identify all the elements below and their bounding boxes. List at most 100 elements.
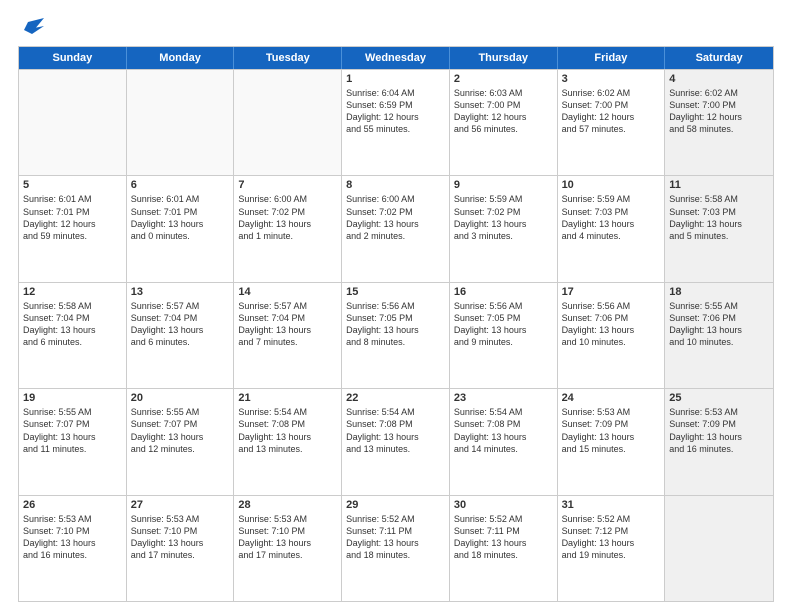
calendar-cell-7: 7 Sunrise: 6:00 AM Sunset: 7:02 PM Daylig… — [234, 176, 342, 281]
cell-info: Sunrise: 5:55 AM Sunset: 7:07 PM Dayligh… — [23, 406, 122, 455]
header — [18, 18, 774, 38]
day-number: 31 — [562, 499, 661, 511]
day-number: 16 — [454, 286, 553, 298]
day-number: 14 — [238, 286, 337, 298]
calendar-cell-20: 20Sunrise: 5:55 AM Sunset: 7:07 PM Dayli… — [127, 389, 235, 494]
calendar-cell-empty-2 — [234, 70, 342, 175]
calendar-cell-30: 30 Sunrise: 5:52 AM Sunset: 7:11 PM Dayli… — [450, 496, 558, 601]
day-number: 11 — [669, 179, 769, 191]
day-number: 3 — [562, 73, 661, 85]
cell-info: Sunrise: 5:55 AM Sunset: 7:06 PM Dayligh… — [669, 300, 769, 349]
day-number: 19 — [23, 392, 122, 404]
calendar-cell-31: 31Sunrise: 5:52 AM Sunset: 7:12 PM Dayli… — [558, 496, 666, 601]
calendar: SundayMondayTuesdayWednesdayThursdayFrid… — [18, 46, 774, 602]
calendar-cell-12: 12Sunrise: 5:58 AM Sunset: 7:04 PM Dayli… — [19, 283, 127, 388]
cell-info: Sunrise: 5:53 AM Sunset: 7:10 PM Dayligh… — [131, 513, 230, 562]
calendar-cell-18: 18 Sunrise: 5:55 AM Sunset: 7:06 PM Dayli… — [665, 283, 773, 388]
cell-info: Sunrise: 5:52 AM Sunset: 7:11 PM Dayligh… — [454, 513, 553, 562]
calendar-cell-empty-0 — [19, 70, 127, 175]
calendar-cell-15: 15Sunrise: 5:56 AM Sunset: 7:05 PM Dayli… — [342, 283, 450, 388]
cell-info: Sunrise: 6:02 AM Sunset: 7:00 PM Dayligh… — [669, 87, 769, 136]
calendar-cell-26: 26Sunrise: 5:53 AM Sunset: 7:10 PM Dayli… — [19, 496, 127, 601]
calendar-cell-24: 24 Sunrise: 5:53 AM Sunset: 7:09 PM Dayli… — [558, 389, 666, 494]
day-number: 28 — [238, 499, 337, 511]
cell-info: Sunrise: 5:56 AM Sunset: 7:06 PM Dayligh… — [562, 300, 661, 349]
calendar-cell-2: 2Sunrise: 6:03 AM Sunset: 7:00 PM Daylig… — [450, 70, 558, 175]
calendar-cell-9: 9 Sunrise: 5:59 AM Sunset: 7:02 PM Daylig… — [450, 176, 558, 281]
cell-info: Sunrise: 5:52 AM Sunset: 7:11 PM Dayligh… — [346, 513, 445, 562]
calendar-cell-16: 16 Sunrise: 5:56 AM Sunset: 7:05 PM Dayli… — [450, 283, 558, 388]
cell-info: Sunrise: 5:53 AM Sunset: 7:10 PM Dayligh… — [23, 513, 122, 562]
logo-text — [18, 18, 44, 38]
day-number: 1 — [346, 73, 445, 85]
day-number: 9 — [454, 179, 553, 191]
cell-info: Sunrise: 5:54 AM Sunset: 7:08 PM Dayligh… — [454, 406, 553, 455]
day-number: 30 — [454, 499, 553, 511]
day-number: 24 — [562, 392, 661, 404]
calendar-cell-1: 1 Sunrise: 6:04 AM Sunset: 6:59 PM Daylig… — [342, 70, 450, 175]
day-number: 21 — [238, 392, 337, 404]
calendar-cell-5: 5Sunrise: 6:01 AM Sunset: 7:01 PM Daylig… — [19, 176, 127, 281]
calendar-cell-17: 17 Sunrise: 5:56 AM Sunset: 7:06 PM Dayli… — [558, 283, 666, 388]
calendar-cell-8: 8Sunrise: 6:00 AM Sunset: 7:02 PM Daylig… — [342, 176, 450, 281]
calendar-cell-21: 21 Sunrise: 5:54 AM Sunset: 7:08 PM Dayli… — [234, 389, 342, 494]
calendar-page: SundayMondayTuesdayWednesdayThursdayFrid… — [0, 0, 792, 612]
calendar-cell-6: 6 Sunrise: 6:01 AM Sunset: 7:01 PM Daylig… — [127, 176, 235, 281]
day-number: 29 — [346, 499, 445, 511]
calendar-cell-empty-1 — [127, 70, 235, 175]
cell-info: Sunrise: 6:01 AM Sunset: 7:01 PM Dayligh… — [131, 193, 230, 242]
header-day-friday: Friday — [558, 47, 666, 69]
header-day-wednesday: Wednesday — [342, 47, 450, 69]
cell-info: Sunrise: 5:53 AM Sunset: 7:09 PM Dayligh… — [669, 406, 769, 455]
cell-info: Sunrise: 5:59 AM Sunset: 7:03 PM Dayligh… — [562, 193, 661, 242]
calendar-cell-4: 4Sunrise: 6:02 AM Sunset: 7:00 PM Daylig… — [665, 70, 773, 175]
day-number: 22 — [346, 392, 445, 404]
calendar-cell-28: 28 Sunrise: 5:53 AM Sunset: 7:10 PM Dayli… — [234, 496, 342, 601]
cell-info: Sunrise: 5:53 AM Sunset: 7:10 PM Dayligh… — [238, 513, 337, 562]
day-number: 6 — [131, 179, 230, 191]
header-day-thursday: Thursday — [450, 47, 558, 69]
calendar-row-4: 26Sunrise: 5:53 AM Sunset: 7:10 PM Dayli… — [19, 495, 773, 601]
cell-info: Sunrise: 6:00 AM Sunset: 7:02 PM Dayligh… — [238, 193, 337, 242]
cell-info: Sunrise: 6:02 AM Sunset: 7:00 PM Dayligh… — [562, 87, 661, 136]
calendar-cell-14: 14Sunrise: 5:57 AM Sunset: 7:04 PM Dayli… — [234, 283, 342, 388]
calendar-cell-13: 13 Sunrise: 5:57 AM Sunset: 7:04 PM Dayli… — [127, 283, 235, 388]
calendar-cell-3: 3 Sunrise: 6:02 AM Sunset: 7:00 PM Daylig… — [558, 70, 666, 175]
calendar-cell-23: 23Sunrise: 5:54 AM Sunset: 7:08 PM Dayli… — [450, 389, 558, 494]
cell-info: Sunrise: 5:54 AM Sunset: 7:08 PM Dayligh… — [238, 406, 337, 455]
cell-info: Sunrise: 5:59 AM Sunset: 7:02 PM Dayligh… — [454, 193, 553, 242]
logo-bird-icon — [20, 18, 44, 38]
cell-info: Sunrise: 6:01 AM Sunset: 7:01 PM Dayligh… — [23, 193, 122, 242]
day-number: 25 — [669, 392, 769, 404]
calendar-header: SundayMondayTuesdayWednesdayThursdayFrid… — [19, 47, 773, 69]
cell-info: Sunrise: 5:54 AM Sunset: 7:08 PM Dayligh… — [346, 406, 445, 455]
day-number: 27 — [131, 499, 230, 511]
calendar-row-2: 12Sunrise: 5:58 AM Sunset: 7:04 PM Dayli… — [19, 282, 773, 388]
day-number: 17 — [562, 286, 661, 298]
cell-info: Sunrise: 5:58 AM Sunset: 7:03 PM Dayligh… — [669, 193, 769, 242]
cell-info: Sunrise: 5:53 AM Sunset: 7:09 PM Dayligh… — [562, 406, 661, 455]
calendar-cell-empty-6 — [665, 496, 773, 601]
calendar-cell-29: 29 Sunrise: 5:52 AM Sunset: 7:11 PM Dayli… — [342, 496, 450, 601]
day-number: 8 — [346, 179, 445, 191]
calendar-row-1: 5Sunrise: 6:01 AM Sunset: 7:01 PM Daylig… — [19, 175, 773, 281]
calendar-row-0: 1 Sunrise: 6:04 AM Sunset: 6:59 PM Daylig… — [19, 69, 773, 175]
header-day-saturday: Saturday — [665, 47, 773, 69]
day-number: 18 — [669, 286, 769, 298]
day-number: 10 — [562, 179, 661, 191]
day-number: 12 — [23, 286, 122, 298]
calendar-cell-22: 22 Sunrise: 5:54 AM Sunset: 7:08 PM Dayli… — [342, 389, 450, 494]
header-day-tuesday: Tuesday — [234, 47, 342, 69]
day-number: 15 — [346, 286, 445, 298]
day-number: 7 — [238, 179, 337, 191]
logo — [18, 18, 44, 38]
cell-info: Sunrise: 6:04 AM Sunset: 6:59 PM Dayligh… — [346, 87, 445, 136]
calendar-cell-27: 27 Sunrise: 5:53 AM Sunset: 7:10 PM Dayli… — [127, 496, 235, 601]
day-number: 13 — [131, 286, 230, 298]
calendar-body: 1 Sunrise: 6:04 AM Sunset: 6:59 PM Daylig… — [19, 69, 773, 601]
calendar-cell-11: 11 Sunrise: 5:58 AM Sunset: 7:03 PM Dayli… — [665, 176, 773, 281]
day-number: 20 — [131, 392, 230, 404]
cell-info: Sunrise: 5:56 AM Sunset: 7:05 PM Dayligh… — [454, 300, 553, 349]
day-number: 2 — [454, 73, 553, 85]
cell-info: Sunrise: 5:57 AM Sunset: 7:04 PM Dayligh… — [131, 300, 230, 349]
